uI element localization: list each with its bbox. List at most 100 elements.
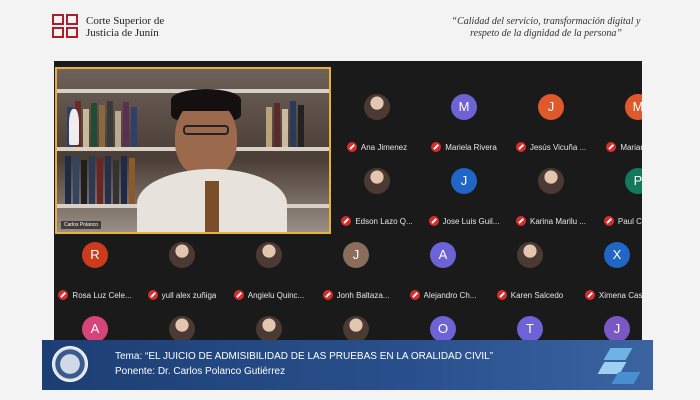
participant-avatar [538,168,564,194]
mic-muted-icon [341,216,352,226]
court-logo-icon [52,14,80,40]
books [262,93,328,147]
video-meeting-area: Carlos Polanco Ana Jimenez M Mariela River… [54,61,642,351]
participant-name: Jose Luis Guil... [442,216,500,226]
event-banner: Tema: “EL JUICIO DE ADMISIBILIDAD DE LAS… [42,340,653,390]
participant-name: Mariela Rivera [445,142,497,152]
banner-speaker: Ponente: Dr. Carlos Polanco Gutiérrez [115,366,286,377]
mic-muted-icon [496,290,507,300]
participant-name: Marianela E... [620,142,642,152]
participant-tile[interactable]: P Paul Cesar R... [595,154,642,226]
participant-tile[interactable]: A Alejandro Ch... [400,228,486,300]
participant-avatar [364,168,390,194]
mic-muted-icon [584,290,595,300]
participant-name: Edson Lazo Q... [355,216,413,226]
participant-avatar [517,242,543,268]
participant-label: Rosa Luz Cele... [54,289,138,301]
participant-label: Karen Salcedo [487,289,573,301]
participant-tile[interactable]: Angielu Quinc... [226,228,312,300]
chess-piece-decoration [69,109,79,145]
org-name: Corte Superior de Justicia de Junín [86,15,164,39]
mic-muted-icon [606,142,617,152]
participant-avatar: J [538,94,564,120]
participant-name: Ximena Cas... [598,290,642,300]
mic-muted-icon [322,290,333,300]
org-name-line2: Justicia de Junín [86,27,159,39]
banner-topic: Tema: “EL JUICIO DE ADMISIBILIDAD DE LAS… [115,351,494,362]
active-speaker-video[interactable]: Carlos Polanco [55,67,331,234]
participant-name: Rosa Luz Cele... [72,290,132,300]
org-name-line1: Corte Superior de [86,15,165,27]
mic-muted-icon [147,290,158,300]
mic-muted-icon [428,216,439,226]
participant-avatar: J [451,168,477,194]
participant-avatar [169,316,195,342]
participant-tile[interactable]: J Jose Luis Guil... [421,154,507,226]
participant-avatar: J [604,316,630,342]
mic-muted-icon [515,216,526,226]
participant-label: Marianela E... [595,141,642,153]
participant-avatar: R [82,242,108,268]
participant-name: yull alex zuñiga [161,290,217,300]
slogan-line2: respeto de la dignidad de la persona” [470,28,622,39]
participant-tile[interactable]: M Marianela E... [595,80,642,152]
speaker-hair [171,89,241,111]
participant-avatar: M [625,94,642,120]
mic-muted-icon [233,290,244,300]
banner-decoration-icon [597,344,641,384]
participant-label: Karina Marilu ... [508,215,594,227]
participant-tile[interactable]: X Ximena Cas... [574,228,642,300]
speaker-glasses [183,125,229,135]
participant-avatar [256,242,282,268]
slogan: “Calidad del servicio, transformación di… [446,16,646,40]
mic-muted-icon [515,142,526,152]
mic-muted-icon [431,142,442,152]
participant-label: Jonh Baltaza... [313,289,399,301]
slogan-line1: “Calidad del servicio, transformación di… [451,16,641,27]
participant-avatar: M [451,94,477,120]
participant-label: Ximena Cas... [574,289,642,301]
participant-tile[interactable]: R Rosa Luz Cele... [54,228,138,300]
participant-avatar: A [82,316,108,342]
participant-name: Jonh Baltaza... [336,290,390,300]
participant-avatar: J [343,242,369,268]
participant-name: Karina Marilu ... [529,216,587,226]
participant-avatar: A [430,242,456,268]
participant-avatar: P [625,168,642,194]
header: Corte Superior de Justicia de Junín “Cal… [0,0,700,60]
participant-avatar [169,242,195,268]
participant-name: Karen Salcedo [510,290,564,300]
participant-name: Ana Jimenez [360,142,408,152]
participant-label: yull alex zuñiga [139,289,225,301]
mic-muted-icon [409,290,420,300]
participant-tile[interactable]: yull alex zuñiga [139,228,225,300]
speaker-tie [205,181,219,232]
mic-muted-icon [58,290,69,300]
mic-muted-icon [346,142,357,152]
participant-label: Ana Jimenez [334,141,420,153]
participant-avatar [343,316,369,342]
participant-tile[interactable]: M Mariela Rivera [421,80,507,152]
participant-name: Jesús Vicuña ... [529,142,587,152]
mic-muted-icon [603,216,614,226]
participant-label: Edson Lazo Q... [334,215,420,227]
participant-tile[interactable]: Karen Salcedo [487,228,573,300]
institution-seal-icon [52,346,88,382]
participant-label: Mariela Rivera [421,141,507,153]
participant-label: Paul Cesar R... [595,215,642,227]
participant-label: Jose Luis Guil... [421,215,507,227]
participant-avatar: X [604,242,630,268]
participant-tile[interactable]: J Jonh Baltaza... [313,228,399,300]
participant-tile[interactable]: J Jesús Vicuña ... [508,80,594,152]
participant-name: Alejandro Ch... [423,290,477,300]
participant-tile[interactable]: Edson Lazo Q... [334,154,420,226]
participant-name: Angielu Quinc... [247,290,305,300]
participant-avatar: T [517,316,543,342]
participant-tile[interactable]: Ana Jimenez [334,80,420,152]
participant-avatar: O [430,316,456,342]
participant-name: Paul Cesar R... [617,216,642,226]
participant-label: Jesús Vicuña ... [508,141,594,153]
participant-tile[interactable]: Karina Marilu ... [508,154,594,226]
participant-avatar [256,316,282,342]
participant-avatar [364,94,390,120]
